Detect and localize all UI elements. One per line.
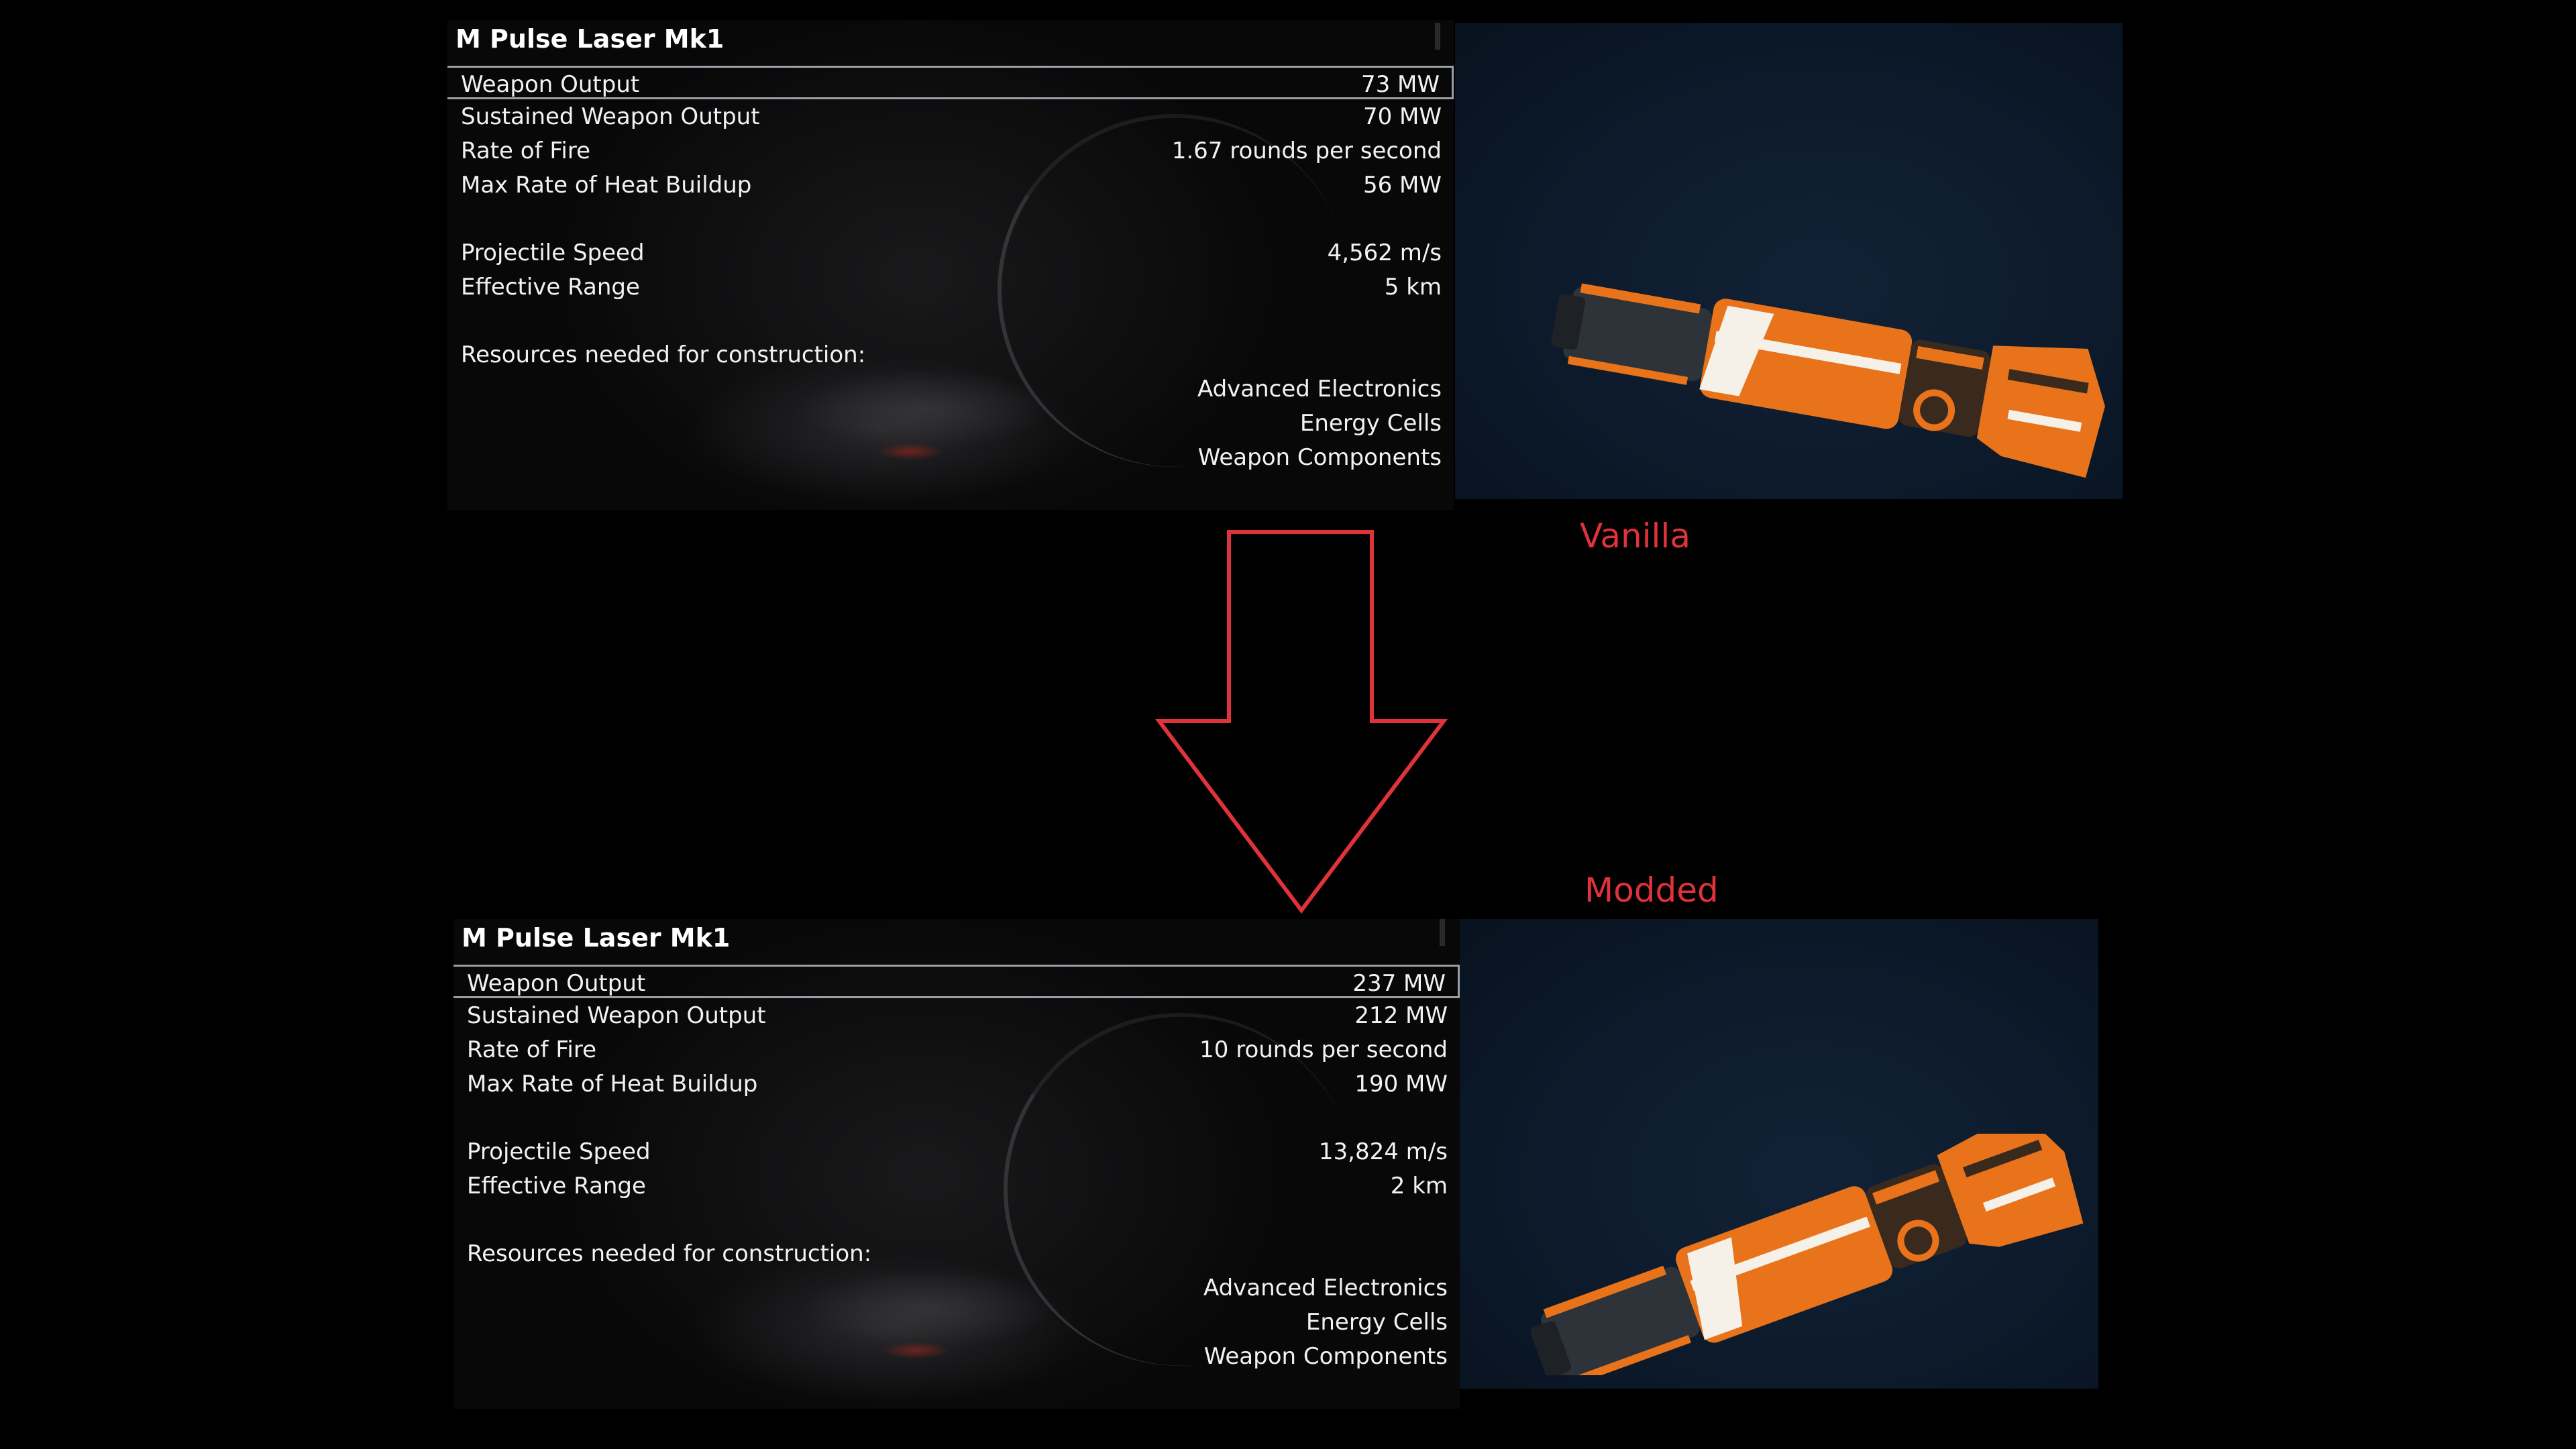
stat-row-projectile-speed[interactable]: Projectile Speed 4,562 m/s — [447, 236, 1454, 270]
background-scene-glow — [877, 443, 944, 460]
stat-value: 237 MW — [1352, 970, 1446, 997]
stat-row-rate-of-fire[interactable]: Rate of Fire 10 rounds per second — [453, 1033, 1460, 1067]
stat-label: Max Rate of Heat Buildup — [461, 172, 752, 199]
stat-value: 70 MW — [1362, 103, 1442, 130]
stat-label: Sustained Weapon Output — [461, 103, 760, 130]
stat-value: 2 km — [1390, 1173, 1448, 1199]
stat-label: Rate of Fire — [467, 1036, 597, 1063]
stat-label: Sustained Weapon Output — [467, 1002, 766, 1029]
modded-caption: Modded — [1585, 871, 1719, 910]
stat-row-sustained-output[interactable]: Sustained Weapon Output 212 MW — [453, 999, 1460, 1032]
weapon-title: M Pulse Laser Mk1 — [462, 923, 731, 953]
stat-label: Rate of Fire — [461, 138, 591, 164]
stat-value: 13,824 m/s — [1318, 1138, 1448, 1165]
stat-value: 10 rounds per second — [1199, 1036, 1448, 1063]
stat-row-rate-of-fire[interactable]: Rate of Fire 1.67 rounds per second — [447, 134, 1454, 168]
stat-value: 56 MW — [1362, 172, 1442, 199]
stat-row-weapon-output[interactable]: Weapon Output 73 MW — [447, 66, 1454, 99]
modded-weapon-panel: M Pulse Laser Mk1 Weapon Output 237 MW S… — [453, 919, 2098, 1409]
stat-row-effective-range[interactable]: Effective Range 2 km — [453, 1169, 1460, 1203]
stat-value: 4,562 m/s — [1327, 239, 1442, 266]
resources-label: Resources needed for construction: — [467, 1240, 872, 1267]
stat-row-effective-range[interactable]: Effective Range 5 km — [447, 270, 1454, 304]
stat-value: 190 MW — [1354, 1071, 1448, 1097]
stats-list: M Pulse Laser Mk1 Weapon Output 237 MW S… — [453, 919, 1460, 1409]
stat-value: 5 km — [1384, 274, 1442, 301]
weapon-preview — [1455, 23, 2123, 499]
resources-heading: Resources needed for construction: — [453, 1237, 1460, 1271]
panel-divider — [1440, 919, 1445, 946]
resource-item: Advanced Electronics — [1197, 376, 1442, 402]
background-scene-glow — [883, 1342, 950, 1359]
resource-item: Weapon Components — [1197, 444, 1442, 471]
vanilla-caption: Vanilla — [1580, 517, 1690, 555]
stats-list: M Pulse Laser Mk1 Weapon Output 73 MW Su… — [447, 20, 1454, 510]
resource-item: Advanced Electronics — [1203, 1275, 1448, 1301]
background-scene-ship — [802, 1268, 1057, 1348]
weapon-preview — [1460, 919, 2098, 1389]
stat-row-weapon-output[interactable]: Weapon Output 237 MW — [453, 965, 1460, 998]
stat-value: 1.67 rounds per second — [1171, 138, 1442, 164]
resources-heading: Resources needed for construction: — [447, 338, 1454, 372]
stat-label: Projectile Speed — [461, 239, 645, 266]
stat-value: 73 MW — [1360, 71, 1440, 98]
pulse-laser-weapon-icon — [1551, 283, 2105, 478]
resources-label: Resources needed for construction: — [461, 341, 866, 368]
vanilla-weapon-panel: M Pulse Laser Mk1 Weapon Output 73 MW Su… — [447, 20, 2123, 510]
stat-row-heat-buildup[interactable]: Max Rate of Heat Buildup 56 MW — [447, 168, 1454, 202]
pulse-laser-weapon-icon — [1530, 1134, 2084, 1375]
resource-item: Energy Cells — [1305, 1309, 1448, 1336]
panel-divider — [1435, 23, 1440, 50]
stat-row-sustained-output[interactable]: Sustained Weapon Output 70 MW — [447, 100, 1454, 133]
stat-row-projectile-speed[interactable]: Projectile Speed 13,824 m/s — [453, 1135, 1460, 1169]
stat-label: Effective Range — [467, 1173, 646, 1199]
stat-label: Effective Range — [461, 274, 640, 301]
arrow-down-icon — [1155, 530, 1448, 914]
stat-label: Max Rate of Heat Buildup — [467, 1071, 758, 1097]
stat-row-heat-buildup[interactable]: Max Rate of Heat Buildup 190 MW — [453, 1067, 1460, 1101]
stat-label: Weapon Output — [461, 71, 640, 98]
stat-label: Weapon Output — [467, 970, 646, 997]
resource-item: Energy Cells — [1299, 410, 1442, 437]
background-scene-ship — [796, 369, 1051, 449]
weapon-title: M Pulse Laser Mk1 — [455, 24, 724, 54]
stat-value: 212 MW — [1354, 1002, 1448, 1029]
stat-label: Projectile Speed — [467, 1138, 651, 1165]
resource-item: Weapon Components — [1203, 1343, 1448, 1370]
